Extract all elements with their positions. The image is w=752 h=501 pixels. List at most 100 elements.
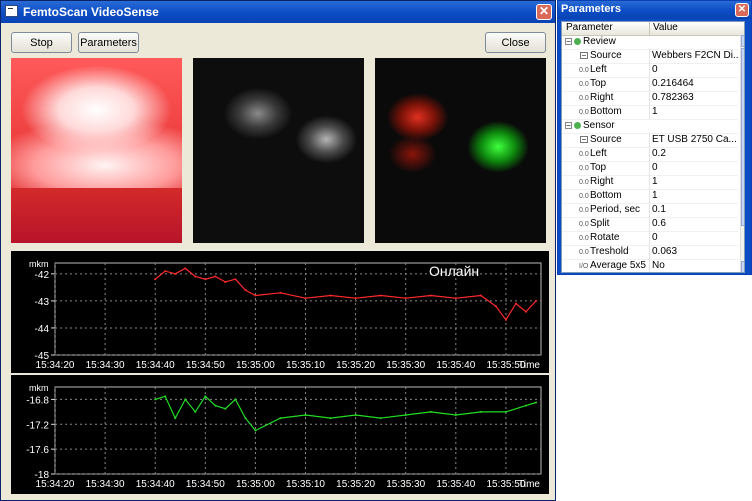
column-header-parameter[interactable]: Parameter <box>566 22 613 33</box>
stop-button[interactable]: Stop <box>11 32 72 53</box>
parameters-close-button[interactable]: ✕ <box>735 3 749 17</box>
param-row[interactable]: 0.0 Period, sec 0.1 <box>562 203 738 218</box>
param-value[interactable]: 0.2 <box>652 148 738 159</box>
param-row[interactable]: 0.0 Top 0.216464 <box>562 77 738 92</box>
param-row[interactable]: Source ET USB 2750 Ca... <box>562 133 738 148</box>
group-row-review[interactable]: − Review <box>562 35 738 50</box>
series-line <box>155 395 537 432</box>
camera-view-grayscale <box>193 58 364 243</box>
param-name: Bottom <box>590 106 622 117</box>
parameters-button[interactable]: Parameters <box>78 32 139 53</box>
data-point <box>254 429 257 432</box>
numeric-icon: 0.0 <box>579 235 589 242</box>
param-value[interactable]: 0 <box>652 64 738 75</box>
numeric-icon: 0.0 <box>579 179 589 186</box>
parameters-titlebar[interactable]: Parameters ✕ <box>558 1 751 19</box>
data-point <box>304 297 307 300</box>
param-value[interactable]: ET USB 2750 Ca... <box>652 134 738 145</box>
chevron-down-icon: ▼ <box>743 263 744 270</box>
camera-view-stand <box>11 188 182 243</box>
camera-view-raw <box>11 58 182 243</box>
collapse-toggle-icon[interactable]: − <box>565 122 572 130</box>
param-row[interactable]: 0.0 Bottom 1 <box>562 189 738 204</box>
x-tick-label: 15:35:10 <box>286 479 325 490</box>
data-point <box>379 294 382 297</box>
param-row[interactable]: 0.0 Treshold 0.063 <box>562 245 738 260</box>
scroll-thumb[interactable] <box>741 48 744 226</box>
scroll-down-arrow[interactable]: ▼ <box>741 261 744 272</box>
param-value[interactable]: 1 <box>652 106 738 117</box>
param-name: Period, sec <box>590 204 641 215</box>
y-tick-label: -43 <box>35 297 50 308</box>
param-row[interactable]: 0.0 Split 0.6 <box>562 217 738 232</box>
data-point <box>534 401 537 404</box>
data-point <box>204 278 207 281</box>
param-row[interactable]: 0.0 Left 0 <box>562 63 738 78</box>
param-row[interactable]: I/O Average 5x5 No <box>562 259 738 272</box>
data-point <box>454 413 457 416</box>
chart-bottom: -16.8-17.2-17.6-18mkm15:34:20 15:34:30 15:… <box>26 383 542 490</box>
data-point <box>454 297 457 300</box>
x-tick-label: 15:34:50 <box>186 479 225 490</box>
param-row[interactable]: 0.0 Bottom 1 <box>562 105 738 120</box>
x-tick-label: 15:34:30 <box>86 360 125 371</box>
param-name: Top <box>590 162 607 173</box>
parameters-scrollbar[interactable]: ▲ ▼ <box>740 35 744 272</box>
param-value[interactable]: 0 <box>652 162 738 173</box>
data-point <box>184 398 187 401</box>
param-row[interactable]: 0.0 Left 0.2 <box>562 147 738 162</box>
scroll-up-arrow[interactable]: ▲ <box>741 35 744 47</box>
data-point <box>329 294 332 297</box>
param-value[interactable]: 0 <box>652 232 738 243</box>
param-value[interactable]: 0.782363 <box>652 92 738 103</box>
camera-view-color-split <box>375 58 546 243</box>
param-name: Treshold <box>590 246 629 257</box>
param-row[interactable]: 0.0 Top 0 <box>562 161 738 176</box>
column-header-value[interactable]: Value <box>653 22 678 33</box>
chevron-up-icon: ▲ <box>743 37 744 44</box>
close-window-button[interactable]: ✕ <box>536 4 552 20</box>
data-point <box>279 291 282 294</box>
param-row[interactable]: 0.0 Rotate 0 <box>562 231 738 246</box>
group-status-icon <box>574 122 581 129</box>
data-point <box>234 398 237 401</box>
data-point <box>524 404 527 407</box>
param-value[interactable]: No <box>652 260 738 271</box>
numeric-icon: 0.0 <box>579 249 589 256</box>
param-value[interactable]: Webbers F2CN Di... <box>652 50 738 61</box>
param-value[interactable]: 0.1 <box>652 204 738 215</box>
group-row-sensor[interactable]: − Sensor <box>562 119 738 134</box>
numeric-icon: 0.0 <box>579 151 589 158</box>
data-point <box>184 267 187 270</box>
data-point <box>329 417 332 420</box>
data-point <box>214 275 217 278</box>
x-tick-label: 15:35:00 <box>236 479 275 490</box>
param-value[interactable]: 1 <box>652 190 738 201</box>
data-point <box>279 417 282 420</box>
picker-icon <box>580 52 588 59</box>
param-value[interactable]: 1 <box>652 176 738 187</box>
x-tick-label: 15:35:00 <box>236 360 275 371</box>
param-row[interactable]: Source Webbers F2CN Di... <box>562 49 738 64</box>
data-point <box>224 407 227 410</box>
chart-panel-top: -42 -43 -44 -45 mkm 15:34:20 15:34:30 15:34:40 1… <box>11 251 549 373</box>
x-tick-label: 15:34:30 <box>86 479 125 490</box>
param-row[interactable]: 0.0 Right 0.782363 <box>562 91 738 106</box>
param-value[interactable]: 0.216464 <box>652 78 738 89</box>
collapse-toggle-icon[interactable]: − <box>565 38 572 46</box>
param-value[interactable]: 0.6 <box>652 218 738 229</box>
main-titlebar[interactable]: FemtoScan VideoSense ✕ <box>1 1 555 23</box>
group-status-icon <box>574 38 581 45</box>
data-point <box>204 395 207 398</box>
data-point <box>164 270 167 273</box>
param-row[interactable]: 0.0 Right 1 <box>562 175 738 190</box>
data-point <box>244 289 247 292</box>
boolean-icon: I/O <box>579 263 589 270</box>
close-button[interactable]: Close <box>485 32 546 53</box>
param-value[interactable]: 0.063 <box>652 246 738 257</box>
param-name: Left <box>590 148 607 159</box>
y-tick-label: -44 <box>35 324 50 335</box>
numeric-icon: 0.0 <box>579 165 589 172</box>
y-unit-label: mkm <box>29 259 49 269</box>
data-point <box>494 305 497 308</box>
